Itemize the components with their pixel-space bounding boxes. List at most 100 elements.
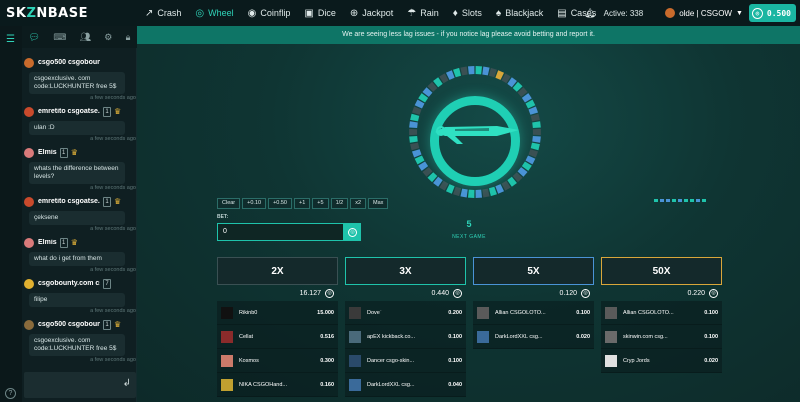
avatar[interactable]	[24, 147, 34, 158]
level-badge: 1	[103, 106, 111, 117]
bet-amount-input[interactable]: 0	[217, 223, 344, 241]
wheel-segment	[411, 149, 422, 158]
avatar[interactable]	[221, 378, 233, 391]
user-menu[interactable]: olde | CSGOW ▼	[665, 8, 743, 18]
cards-icon: ♠	[495, 7, 502, 19]
bet-amount: 0.040	[448, 381, 462, 388]
chat-username[interactable]: csgo500 csgobounty.c...	[38, 59, 100, 66]
avatar[interactable]	[24, 106, 34, 117]
bet-max-button[interactable]: ◎	[344, 223, 361, 241]
bet-adjust-button[interactable]: +0.10	[242, 198, 267, 209]
chat-messages[interactable]: csgo500 csgobounty.c... csgoexclusive. co…	[24, 52, 136, 372]
avatar[interactable]	[24, 278, 34, 289]
chat-username[interactable]: emretito csgoatse...	[38, 198, 100, 205]
chat-username[interactable]: Elmis	[38, 239, 57, 246]
active-count: Active: 338	[603, 8, 644, 18]
avatar[interactable]	[349, 378, 361, 391]
chat-message: Elmis 1 ♛ whats the difference between leve…	[24, 145, 136, 191]
level-badge: 1	[103, 196, 111, 207]
nav-item-blackjack[interactable]: ♠ Blackjack	[489, 0, 550, 26]
slots-icon: ♦	[452, 7, 458, 19]
chat-input[interactable]: ↲	[24, 372, 136, 398]
chat-message-header: Elmis 1 ♛	[24, 145, 136, 160]
chat-message-body: whats the difference between levels?	[29, 162, 125, 184]
keyboard-icon[interactable]: ⌨︎	[53, 32, 66, 43]
wheel-segment	[530, 113, 540, 122]
chat-timestamp: a few seconds ago	[90, 226, 136, 232]
bet-row: apEX kickback.co... 0.100	[345, 325, 466, 349]
avatar[interactable]	[477, 306, 489, 319]
chat-username[interactable]: Elmis	[38, 149, 57, 156]
avatar[interactable]	[24, 57, 34, 68]
bet-adjust-button[interactable]: 1/2	[330, 198, 349, 209]
bet-column-3x: 3X 0.440 ◎ Dove` 0.200 apEX kickback.co... 0.1…	[345, 257, 466, 397]
jackpot-icon: ⊕	[349, 7, 359, 19]
avatar[interactable]	[477, 330, 489, 343]
avatar[interactable]	[349, 354, 361, 367]
nav-item-dice[interactable]: ▣ Dice	[297, 0, 342, 26]
bet-adjust-button[interactable]: +5	[312, 198, 329, 209]
dice-icon: ▣	[304, 7, 314, 19]
column-total: 0.220 ◎	[601, 285, 722, 301]
avatar[interactable]	[349, 330, 361, 343]
nav-item-coinflip[interactable]: ◉ Coinflip	[241, 0, 298, 26]
nav-item-rain[interactable]: ☂ Rain	[400, 0, 445, 26]
lock-icon[interactable]: 🔒︎	[126, 32, 131, 43]
avatar[interactable]	[605, 330, 617, 343]
bettor-name: Dove`	[367, 309, 382, 316]
chat-username[interactable]: emretito csgoatse...	[38, 108, 100, 115]
bell-icon[interactable]: 🔔︎	[584, 8, 595, 19]
avatar[interactable]	[24, 237, 34, 248]
trend-icon: ↗	[145, 7, 154, 19]
wheel-segment	[467, 189, 475, 198]
wheel-segment	[528, 106, 539, 115]
avatar[interactable]	[221, 354, 233, 367]
nav-item-wheel[interactable]: ◎ Wheel	[188, 0, 240, 26]
avatar[interactable]	[221, 330, 233, 343]
history-dot	[684, 199, 688, 202]
history-dot	[672, 199, 676, 202]
chat-message-body: csgoexclusive. com code:LUCKHUNTER free …	[29, 334, 125, 356]
avatar[interactable]	[24, 319, 34, 330]
bettor-name: Kosmos	[239, 357, 259, 364]
site-logo[interactable]: SK Z NBASE	[0, 0, 138, 26]
balance-badge[interactable]: ◎ 0.500	[748, 4, 796, 22]
place-bet-button[interactable]: 50X	[601, 257, 722, 285]
avatar[interactable]	[349, 306, 361, 319]
place-bet-button[interactable]: 3X	[345, 257, 466, 285]
balance-value: 0.500	[766, 8, 791, 18]
bet-adjust-button[interactable]: +0.50	[268, 198, 292, 209]
place-bet-button[interactable]: 2X	[217, 257, 338, 285]
chat-username[interactable]: csgobounty.com csgo...	[38, 280, 100, 287]
chat-username[interactable]: csgo500 csgobounty.c...	[38, 321, 100, 328]
menu-icon[interactable]: ☰	[6, 34, 15, 45]
next-game-label: NEXT GAME	[452, 234, 486, 240]
coin-icon: ◎	[709, 288, 718, 298]
bet-adjust-button[interactable]: x2	[350, 198, 367, 209]
avatar[interactable]	[24, 196, 34, 207]
avatar[interactable]	[221, 306, 233, 319]
place-bet-button[interactable]: 5X	[473, 257, 594, 285]
avatar[interactable]	[605, 306, 617, 319]
bet-row: Cellat 0.516	[217, 325, 338, 349]
nav-item-jackpot[interactable]: ⊕ Jackpot	[343, 0, 400, 26]
help-icon[interactable]: ?	[5, 388, 16, 399]
chat-message: emretito csgoatse... 1 ♛ çeksene a few secon…	[24, 194, 136, 232]
avatar[interactable]	[605, 354, 617, 367]
bet-adjust-button[interactable]: +1	[294, 198, 311, 209]
chat-message-header: emretito csgoatse... 1 ♛	[24, 194, 136, 209]
nav-item-label: Slots	[461, 8, 482, 18]
nav-item-slots[interactable]: ♦ Slots	[446, 0, 489, 26]
users-icon[interactable]: 👥︎	[80, 32, 91, 43]
nav-item-crash[interactable]: ↗ Crash	[138, 0, 188, 26]
bet-adjust-button[interactable]: Clear	[217, 198, 241, 209]
chat-bubble-icon[interactable]: 💬︎	[29, 32, 40, 43]
bet-amount: 0.100	[704, 333, 718, 340]
gear-icon[interactable]: ⚙︎	[104, 32, 112, 43]
wheel-segment	[409, 128, 418, 136]
wheel-segment	[475, 189, 483, 198]
chat-message: csgo500 csgobounty.c...1♛ csgoexclusive. …	[24, 317, 136, 363]
bet-adjust-button[interactable]: Max	[368, 198, 389, 209]
bet-row: DarkLordXXL csg... 0.020	[473, 325, 594, 349]
enter-icon[interactable]: ↲	[123, 378, 131, 389]
